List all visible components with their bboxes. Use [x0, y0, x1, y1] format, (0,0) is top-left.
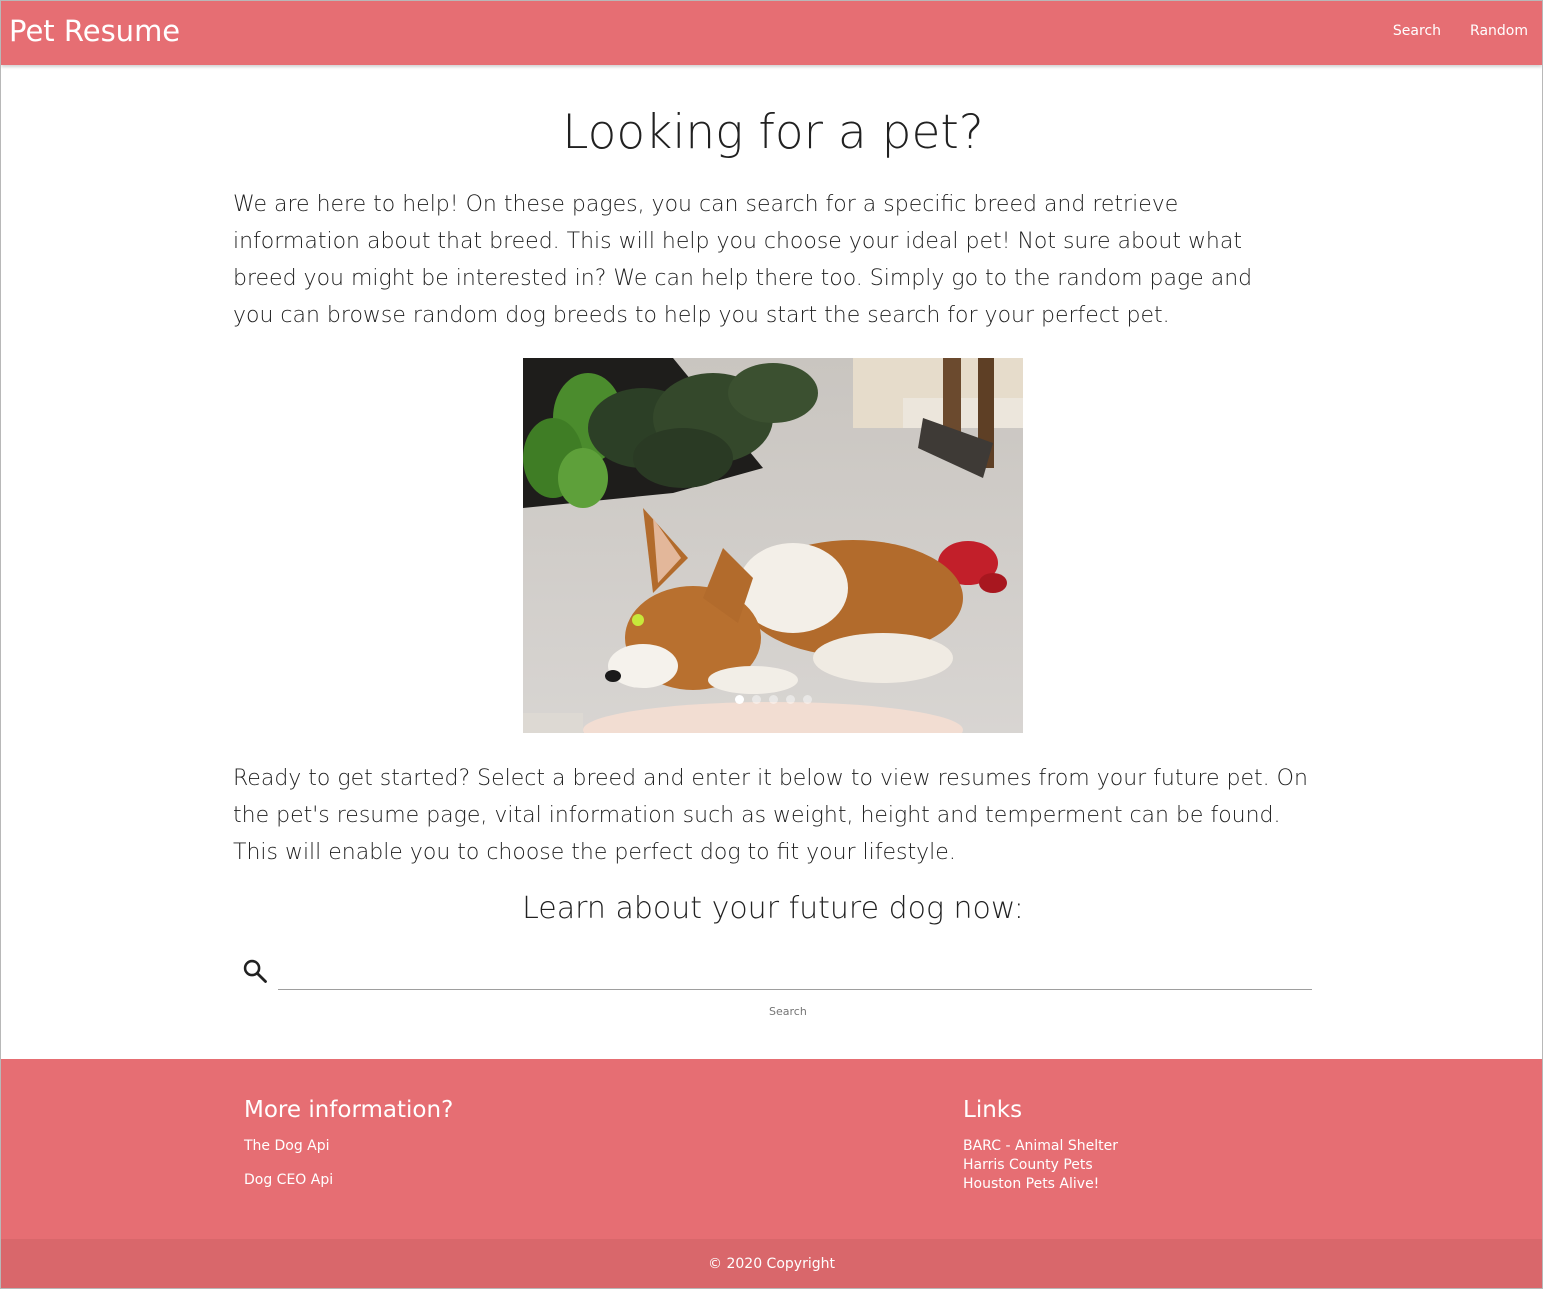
- footer-more-info: More information? The Dog Api Dog CEO Ap…: [244, 1097, 453, 1188]
- learn-heading: Learn about your future dog now:: [522, 891, 1024, 926]
- dog-carousel[interactable]: [523, 358, 1023, 733]
- carousel-dot[interactable]: [785, 695, 795, 704]
- footer-links: Links BARC - Animal Shelter Harris Count…: [963, 1097, 1118, 1192]
- page: Pet Resume Search Random Looking for a p…: [0, 0, 1543, 1289]
- footer-link-houston-pets-alive[interactable]: Houston Pets Alive!: [963, 1176, 1118, 1192]
- carousel-indicators: [523, 695, 1023, 704]
- footer-more-info-heading: More information?: [244, 1097, 454, 1123]
- page-title: Looking for a pet?: [562, 105, 984, 160]
- footer: More information? The Dog Api Dog CEO Ap…: [1, 1059, 1542, 1239]
- brand-logo[interactable]: Pet Resume: [9, 14, 180, 48]
- nav-search-link[interactable]: Search: [1393, 23, 1441, 39]
- carousel-dot[interactable]: [802, 695, 812, 704]
- cta-paragraph: Ready to get started? Select a breed and…: [233, 766, 1308, 865]
- carousel-slide-image: [523, 358, 1023, 733]
- footer-link-dog-ceo-api[interactable]: Dog CEO Api: [244, 1172, 453, 1188]
- footer-link-harris-county[interactable]: Harris County Pets: [963, 1157, 1118, 1173]
- intro-paragraph: We are here to help! On these pages, you…: [233, 192, 1253, 328]
- carousel-dot[interactable]: [734, 695, 744, 704]
- footer-link-dog-api[interactable]: The Dog Api: [244, 1138, 453, 1154]
- carousel-dot[interactable]: [751, 695, 761, 704]
- breed-search-input[interactable]: [278, 953, 1312, 990]
- carousel-dot[interactable]: [768, 695, 778, 704]
- copyright-text: © 2020 Copyright: [708, 1256, 835, 1272]
- footer-link-barc[interactable]: BARC - Animal Shelter: [963, 1138, 1118, 1154]
- navbar: Pet Resume Search Random: [1, 1, 1542, 65]
- nav-random-link[interactable]: Random: [1470, 23, 1528, 39]
- copyright-bar: © 2020 Copyright: [1, 1239, 1542, 1288]
- nav-links: Search Random: [1393, 23, 1528, 39]
- search-icon: [243, 959, 267, 983]
- search-button[interactable]: Search: [769, 1005, 807, 1018]
- footer-links-heading: Links: [963, 1097, 1023, 1123]
